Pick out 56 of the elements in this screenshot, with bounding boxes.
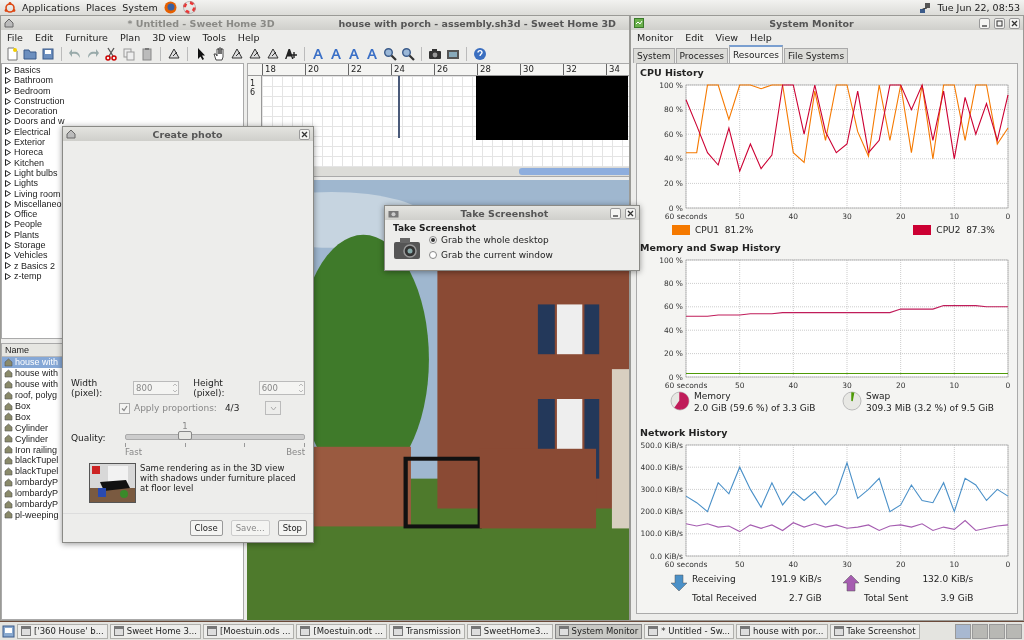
ruler-label: 26 [434,64,477,75]
window-title: * Untitled - Sweet Home 3D [127,17,275,29]
ruler-label: 32 [563,64,606,75]
stat-label: Sending [864,574,902,586]
table-cell: Box [15,411,31,422]
ruler-label: 22 [348,64,391,75]
table-cell: house with [15,368,59,379]
ruler-label: 30 [520,64,563,75]
dialog-title: Create photo [151,128,224,140]
stat-value: 132.0 KiB/s [922,574,974,586]
section-heading: Take Screenshot [393,223,478,233]
description-text: Same rendering as in the 3D view with shadows under furniture placed at floor level [140,463,297,495]
meter-detail: 2.0 GiB (59.6 %) of 3.3 GiB [694,403,816,413]
table-cell: lombardyP [15,477,59,488]
ruler-label: 16 [250,80,257,98]
section-heading: Network History [640,427,729,440]
meter-detail: 309.3 MiB (3.2 %) of 9.5 GiB [866,403,994,413]
stat-label: Total Sent [864,592,909,605]
table-cell: roof, polyg [15,390,58,401]
table-cell: lombardyP [15,488,59,499]
section-heading: Memory and Swap History [640,242,782,255]
tick-label: Best [286,447,305,457]
table-cell: Cylinder [15,422,48,433]
table-cell: blackTupel [15,466,59,477]
ruler-label: 24 [391,64,434,75]
dialog-title: Take Screenshot [459,207,550,219]
legend-label: CPU1 81.2% [695,225,754,235]
table-cell: Box [15,401,31,411]
stat-label: Receiving [692,574,737,586]
ruler-label: 18 [262,64,305,75]
slider-value: 1 [182,421,188,431]
table-cell: lombardyP [15,499,59,509]
table-cell: pl-weeping [15,509,59,520]
window-title: System Monitor [768,17,855,29]
section-heading: CPU History [640,67,705,80]
table-cell: Cylinder [15,433,48,444]
table-cell: Iron railing [15,444,58,455]
table-cell: blackTupel [15,455,59,466]
stat-value: 191.9 KiB/s [770,574,822,586]
table-cell: house with [15,379,59,390]
field-label: Height (pixel): [193,378,226,398]
stat-value: 3.9 GiB [939,592,974,605]
proportions-value: 4/3 [224,403,240,413]
meter-label: Memory [694,391,732,401]
legend-label: CPU2 87.3% [936,225,995,235]
slider-label: Quality: [71,433,107,443]
meter-label: Swap [866,391,892,401]
window-title: house with porch - assembly.sh3d - Sweet Home 3D [338,17,616,29]
field-label: Width (pixel): [71,378,104,398]
table-cell: house with [15,357,59,368]
ruler-label: 20 [305,64,348,75]
tick-label: Fast [125,447,143,457]
checkbox-label: Apply proportions: [134,403,217,413]
ruler-label: 28 [477,64,520,75]
stat-value: 2.7 GiB [787,592,822,605]
stat-label: Total Received [692,592,757,605]
